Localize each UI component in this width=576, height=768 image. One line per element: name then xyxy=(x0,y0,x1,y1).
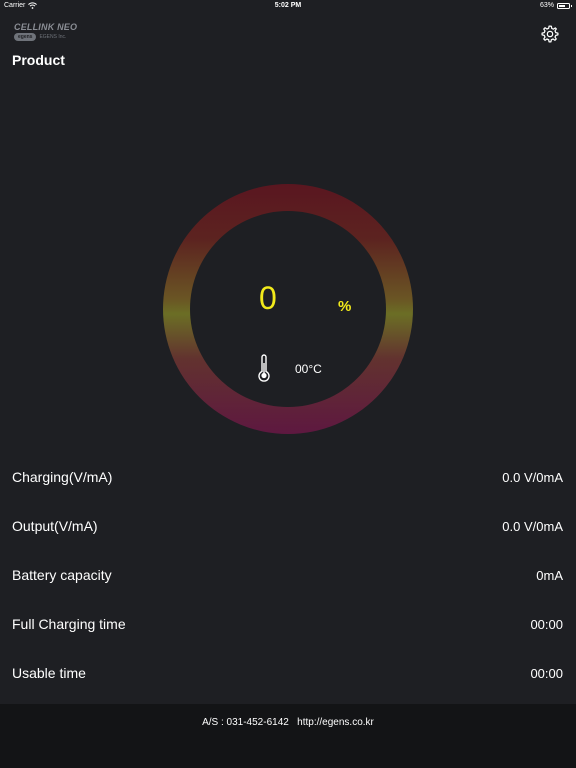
battery-fill xyxy=(559,4,565,7)
status-bar: Carrier 5:02 PM 63% xyxy=(0,0,576,12)
charge-unit: % xyxy=(338,298,352,315)
row-value: 0.0 V/0mA xyxy=(502,470,563,485)
logo-company: EGENS Inc. xyxy=(39,34,67,40)
row-value: 0.0 V/0mA xyxy=(502,519,563,534)
brand-logo: CELLINK NEO egens EGENS Inc. xyxy=(14,22,84,46)
battery-percent: 63% xyxy=(539,2,554,9)
logo-badge: egens xyxy=(14,33,37,41)
charge-value: 0 xyxy=(259,280,277,316)
row-label: Usable time xyxy=(12,665,86,681)
footer: A/S : 031-452-6142 http://egens.co.kr xyxy=(0,704,576,768)
charge-gauge-inner xyxy=(190,211,386,407)
as-phone: A/S : 031-452-6142 xyxy=(202,717,289,728)
row-charging: Charging(V/mA) 0.0 V/0mA xyxy=(0,462,576,492)
thermometer-icon xyxy=(258,354,270,382)
settings-button[interactable] xyxy=(540,24,560,44)
status-time: 5:02 PM xyxy=(274,2,302,9)
logo-bottom: egens EGENS Inc. xyxy=(14,33,84,41)
website-link[interactable]: http://egens.co.kr xyxy=(297,717,374,728)
status-right: 63% xyxy=(539,2,572,9)
gear-icon xyxy=(541,25,559,43)
row-value: 0mA xyxy=(536,568,563,583)
row-output: Output(V/mA) 0.0 V/0mA xyxy=(0,511,576,541)
row-label: Charging(V/mA) xyxy=(12,469,113,485)
battery-icon xyxy=(557,2,572,9)
footer-text: A/S : 031-452-6142 http://egens.co.kr xyxy=(0,717,576,728)
page-title: Product xyxy=(12,52,65,68)
charge-gauge xyxy=(163,184,413,434)
row-label: Battery capacity xyxy=(12,567,112,583)
logo-brand-text: CELLINK NEO xyxy=(14,22,78,32)
row-value: 00:00 xyxy=(530,666,563,681)
row-battery-capacity: Battery capacity 0mA xyxy=(0,560,576,590)
row-value: 00:00 xyxy=(530,617,563,632)
row-label: Full Charging time xyxy=(12,616,126,632)
row-full-charging-time: Full Charging time 00:00 xyxy=(0,609,576,639)
row-label: Output(V/mA) xyxy=(12,518,98,534)
row-usable-time: Usable time 00:00 xyxy=(0,658,576,688)
temperature-value: 00°C xyxy=(295,362,322,376)
